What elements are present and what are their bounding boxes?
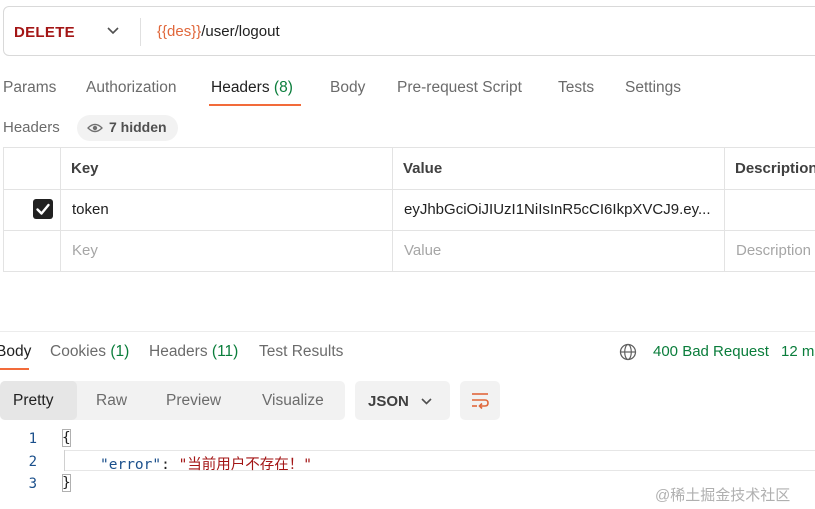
code-line-error[interactable]: "error": "当前用户不存在！" xyxy=(100,453,312,474)
tab-body[interactable]: Body xyxy=(330,79,365,97)
line-number: 3 xyxy=(28,476,37,492)
headers-title: Headers xyxy=(3,119,60,136)
chevron-down-icon[interactable] xyxy=(106,26,120,36)
line-number: 1 xyxy=(28,431,37,447)
response-tab-cookies-count: (1) xyxy=(110,343,130,360)
line-number: 2 xyxy=(28,454,37,470)
code-close-brace: } xyxy=(62,475,71,491)
new-key-input[interactable]: Key xyxy=(72,242,98,259)
response-divider xyxy=(0,331,815,332)
view-pretty[interactable]: Pretty xyxy=(13,392,53,410)
tab-tests[interactable]: Tests xyxy=(558,79,594,97)
tab-headers-count: (8) xyxy=(273,79,293,96)
tab-headers[interactable]: Headers (8) xyxy=(211,79,293,97)
column-header-value: Value xyxy=(403,160,443,177)
url-variable: {{des}} xyxy=(157,23,202,40)
code-open-brace: { xyxy=(62,430,71,446)
json-colon: : xyxy=(161,457,179,473)
response-tab-headers-label: Headers xyxy=(149,343,208,360)
watermark: @稀土掘金技术社区 xyxy=(655,487,791,504)
tab-headers-label: Headers xyxy=(211,79,270,96)
column-divider xyxy=(60,147,61,272)
view-preview[interactable]: Preview xyxy=(166,392,221,410)
view-raw[interactable]: Raw xyxy=(96,392,127,410)
column-header-description: Description xyxy=(735,160,815,177)
table-divider xyxy=(3,189,815,190)
response-tab-cookies-label: Cookies xyxy=(50,343,106,360)
active-response-tab-underline xyxy=(0,368,29,370)
request-url-bar xyxy=(3,6,815,56)
active-tab-underline xyxy=(209,104,301,106)
response-tab-headers[interactable]: Headers (11) xyxy=(149,343,238,361)
response-tab-test-results[interactable]: Test Results xyxy=(259,343,343,361)
hidden-headers-label[interactable]: 7 hidden xyxy=(109,119,167,135)
globe-icon[interactable] xyxy=(619,343,637,361)
tab-params[interactable]: Params xyxy=(3,79,56,97)
url-path: /user/logout xyxy=(201,23,280,40)
format-label: JSON xyxy=(368,393,409,410)
eye-icon xyxy=(87,123,103,133)
view-visualize[interactable]: Visualize xyxy=(262,392,324,410)
tab-authorization[interactable]: Authorization xyxy=(86,79,176,97)
json-key: "error" xyxy=(100,457,162,473)
chevron-down-icon xyxy=(421,398,432,405)
column-header-key: Key xyxy=(71,160,99,177)
response-status[interactable]: 400 Bad Request xyxy=(653,343,769,360)
tab-pre-request-script[interactable]: Pre-request Script xyxy=(397,79,522,97)
tab-settings[interactable]: Settings xyxy=(625,79,681,97)
json-string-value: "当前用户不存在！" xyxy=(178,457,313,473)
response-tab-headers-count: (11) xyxy=(211,343,239,360)
url-divider xyxy=(140,18,141,46)
header-enabled-checkbox[interactable] xyxy=(33,199,53,219)
new-description-input[interactable]: Description xyxy=(736,242,811,259)
response-tab-body[interactable]: Body xyxy=(0,343,31,361)
indent-guide xyxy=(64,450,65,471)
column-divider xyxy=(724,147,725,272)
url-input[interactable]: {{des}}/user/logout xyxy=(157,23,280,40)
header-value-cell[interactable]: eyJhbGciOiJIUzI1NiIsInR5cCI6IkpXVCJ9.ey.… xyxy=(404,201,711,218)
column-divider xyxy=(392,147,393,272)
check-icon xyxy=(36,203,50,215)
header-key-cell[interactable]: token xyxy=(72,201,109,218)
response-tab-cookies[interactable]: Cookies (1) xyxy=(50,343,129,361)
new-value-input[interactable]: Value xyxy=(404,242,441,259)
table-divider xyxy=(3,230,815,231)
response-time[interactable]: 12 ms xyxy=(781,343,815,360)
wrap-lines-icon xyxy=(472,393,489,410)
method-select[interactable]: DELETE xyxy=(14,24,75,41)
